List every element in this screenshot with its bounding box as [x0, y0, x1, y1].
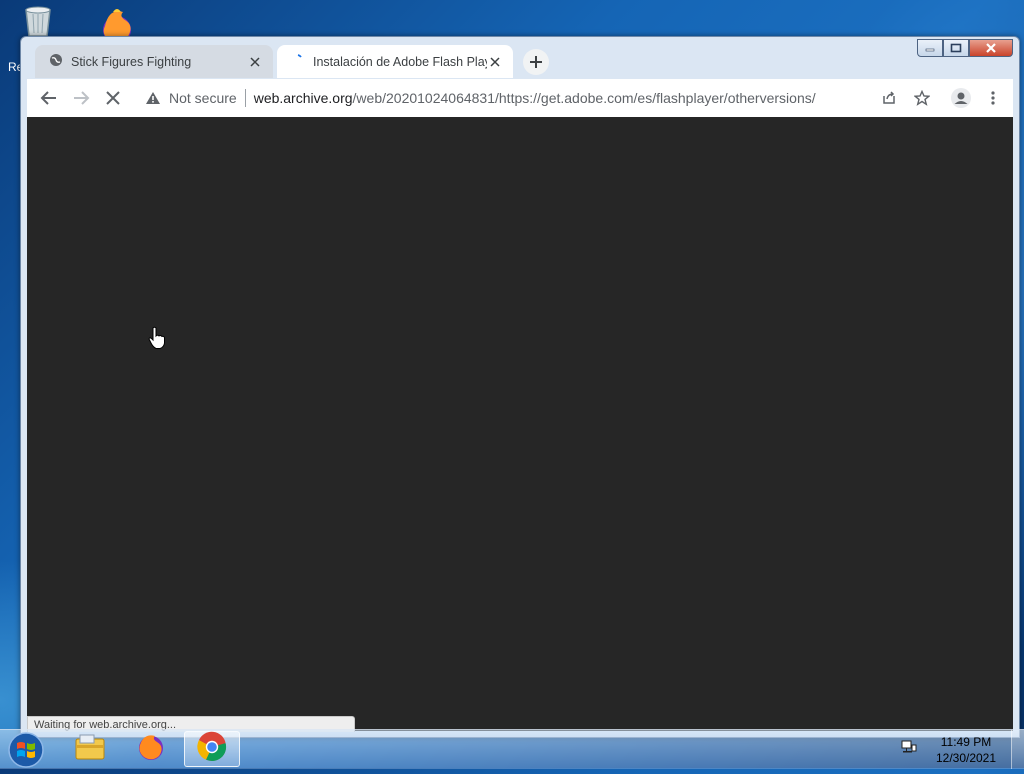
close-tab-icon[interactable]: [247, 54, 263, 70]
window-controls: [917, 39, 1013, 57]
browser-toolbar: Not secure web.archive.org/web/202010240…: [27, 79, 1013, 118]
bookmark-star-icon[interactable]: [910, 86, 934, 110]
firefox-icon: [135, 731, 167, 768]
forward-button[interactable]: [69, 86, 93, 110]
taskbar-firefox[interactable]: [123, 731, 179, 767]
taskbar: 11:49 PM 12/30/2021: [0, 729, 1024, 769]
loading-spinner-icon: [291, 53, 305, 70]
globe-icon: [49, 53, 63, 70]
security-label[interactable]: Not secure: [169, 90, 237, 106]
clock-date: 12/30/2021: [935, 750, 997, 765]
divider: [244, 89, 246, 107]
stop-loading-button[interactable]: [101, 86, 125, 110]
taskbar-explorer[interactable]: [62, 731, 118, 767]
minimize-button[interactable]: [917, 39, 943, 57]
hand-cursor-icon: [148, 326, 166, 355]
clock[interactable]: 11:49 PM 12/30/2021: [927, 734, 1005, 766]
chrome-icon: [196, 731, 228, 768]
back-button[interactable]: [37, 86, 61, 110]
tab-title: Stick Figures Fighting: [71, 54, 192, 69]
url-path: /web/20201024064831/https://get.adobe.co…: [352, 90, 816, 106]
clock-time: 11:49 PM: [940, 734, 992, 749]
system-tray: 11:49 PM 12/30/2021: [901, 730, 1024, 769]
start-button[interactable]: [6, 731, 46, 769]
browser-window: Stick Figures Fighting Instalación de Ad…: [20, 36, 1020, 738]
page-content[interactable]: [27, 117, 1013, 731]
address-bar[interactable]: Not secure web.archive.org/web/202010240…: [135, 84, 875, 112]
tab-adobe-flash[interactable]: Instalación de Adobe Flash Player: [277, 45, 513, 78]
maximize-button[interactable]: [943, 39, 969, 57]
profile-avatar-icon[interactable]: [949, 86, 973, 110]
tab-stick-figures[interactable]: Stick Figures Fighting: [35, 45, 273, 78]
network-icon[interactable]: [901, 739, 917, 760]
warning-icon[interactable]: [145, 90, 161, 106]
windows-explorer-icon: [74, 733, 106, 766]
close-window-button[interactable]: [969, 39, 1013, 57]
close-tab-icon[interactable]: [487, 54, 503, 70]
taskbar-chrome[interactable]: [184, 731, 240, 767]
share-icon[interactable]: [877, 86, 901, 110]
new-tab-button[interactable]: [523, 49, 549, 75]
recycle-bin-icon[interactable]: [18, 4, 58, 38]
show-desktop-button[interactable]: [1011, 730, 1024, 769]
url-host: web.archive.org: [253, 90, 353, 106]
tab-title: Instalación de Adobe Flash Player: [313, 54, 487, 69]
menu-kebab-icon[interactable]: [981, 86, 1005, 110]
